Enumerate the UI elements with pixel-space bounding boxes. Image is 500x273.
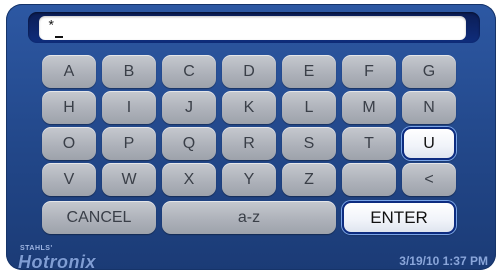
key-d[interactable]: D [222,55,276,88]
key-n[interactable]: N [402,91,456,124]
key-g[interactable]: G [402,55,456,88]
case-toggle-button[interactable]: a-z [162,201,336,234]
key-b[interactable]: B [102,55,156,88]
key-m[interactable]: M [342,91,396,124]
key-z[interactable]: Z [282,163,336,196]
enter-button[interactable]: ENTER [342,201,456,234]
entry-field[interactable]: * [39,16,466,40]
key-x[interactable]: X [162,163,216,196]
entry-bar: * [28,12,480,43]
key-j[interactable]: J [162,91,216,124]
key-e[interactable]: E [282,55,336,88]
key-s[interactable]: S [282,127,336,160]
key-k[interactable]: K [222,91,276,124]
key-h[interactable]: H [42,91,96,124]
entry-text: * [47,19,56,35]
key-f[interactable]: F [342,55,396,88]
brand-logo: Hotronix [18,252,96,270]
key-u[interactable]: U [402,127,456,160]
keypad-panel: * A B C D E F G H I J K L M N O P Q R S … [6,4,496,270]
key-q[interactable]: Q [162,127,216,160]
brand-tagline: STAHLS' [20,245,53,252]
key-a[interactable]: A [42,55,96,88]
key-r[interactable]: R [222,127,276,160]
key-blank[interactable] [342,163,396,196]
key-c[interactable]: C [162,55,216,88]
key-p[interactable]: P [102,127,156,160]
key-o[interactable]: O [42,127,96,160]
key-l[interactable]: L [282,91,336,124]
key-y[interactable]: Y [222,163,276,196]
key-v[interactable]: V [42,163,96,196]
datetime-readout: 3/19/10 1:37 PM [399,254,488,268]
key-i[interactable]: I [102,91,156,124]
key-w[interactable]: W [102,163,156,196]
cancel-button[interactable]: CANCEL [42,201,156,234]
key-t[interactable]: T [342,127,396,160]
backspace-key[interactable]: < [402,163,456,196]
text-cursor [55,36,63,38]
